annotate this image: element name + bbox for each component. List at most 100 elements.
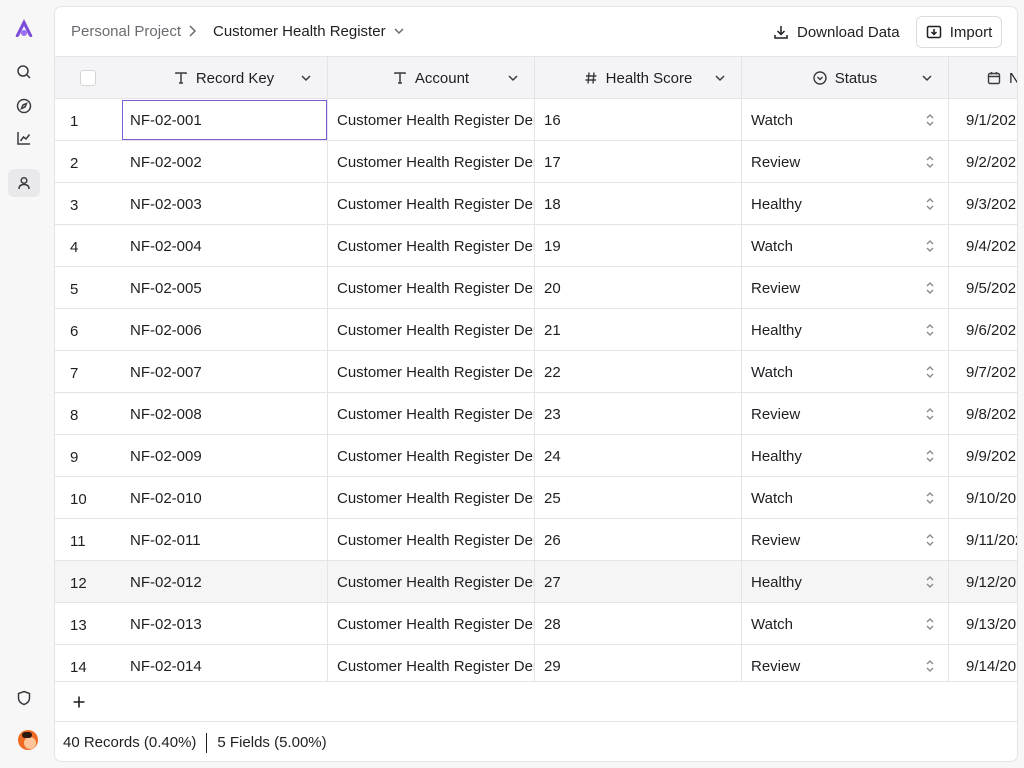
rail-users[interactable]: [8, 169, 40, 197]
chevron-up-down-icon[interactable]: [924, 112, 936, 128]
record-key-cell[interactable]: NF-02-007: [121, 351, 328, 393]
account-cell[interactable]: Customer Health Register Der: [328, 603, 535, 645]
account-cell[interactable]: Customer Health Register Der: [328, 183, 535, 225]
table-row[interactable]: 1 NF-02-001 Customer Health Register Der 16…: [55, 99, 1017, 141]
record-key-cell[interactable]: NF-02-012: [121, 561, 328, 603]
status-cell[interactable]: Watch: [742, 603, 949, 645]
table-row[interactable]: 9 NF-02-009 Customer Health Register Der 24…: [55, 435, 1017, 477]
date-cell[interactable]: 9/2/202: [949, 141, 1017, 183]
breadcrumb-current[interactable]: Customer Health Register: [213, 23, 386, 40]
column-header-status[interactable]: Status: [742, 57, 949, 99]
record-key-cell[interactable]: NF-02-004: [121, 225, 328, 267]
column-header-health-score[interactable]: Health Score: [535, 57, 742, 99]
chevron-up-down-icon[interactable]: [924, 154, 936, 170]
record-key-cell[interactable]: NF-02-011: [121, 519, 328, 561]
account-cell[interactable]: Customer Health Register Der: [328, 393, 535, 435]
table-row[interactable]: 2 NF-02-002 Customer Health Register Der 17…: [55, 141, 1017, 183]
status-cell[interactable]: Review: [742, 141, 949, 183]
date-cell[interactable]: 9/7/202: [949, 351, 1017, 393]
health-score-cell[interactable]: 24: [535, 435, 742, 477]
chevron-up-down-icon[interactable]: [924, 196, 936, 212]
chevron-up-down-icon[interactable]: [924, 574, 936, 590]
health-score-cell[interactable]: 16: [535, 99, 742, 141]
health-score-cell[interactable]: 17: [535, 141, 742, 183]
status-cell[interactable]: Healthy: [742, 309, 949, 351]
record-key-cell[interactable]: NF-02-009: [121, 435, 328, 477]
chevron-down-icon[interactable]: [506, 71, 520, 85]
table-row[interactable]: 4 NF-02-004 Customer Health Register Der 19…: [55, 225, 1017, 267]
chevron-up-down-icon[interactable]: [924, 238, 936, 254]
account-cell[interactable]: Customer Health Register Der: [328, 267, 535, 309]
record-key-cell[interactable]: NF-02-008: [121, 393, 328, 435]
chevron-up-down-icon[interactable]: [924, 616, 936, 632]
health-score-cell[interactable]: 25: [535, 477, 742, 519]
record-key-cell[interactable]: NF-02-010: [121, 477, 328, 519]
plus-icon[interactable]: [71, 694, 87, 710]
account-cell[interactable]: Customer Health Register Der: [328, 225, 535, 267]
health-score-cell[interactable]: 20: [535, 267, 742, 309]
rail-security[interactable]: [8, 684, 40, 712]
date-cell[interactable]: 9/4/202: [949, 225, 1017, 267]
date-cell[interactable]: 9/6/202: [949, 309, 1017, 351]
select-all-checkbox[interactable]: [80, 70, 96, 86]
rail-analytics[interactable]: [8, 124, 40, 152]
record-key-cell[interactable]: NF-02-013: [121, 603, 328, 645]
status-cell[interactable]: Watch: [742, 225, 949, 267]
date-cell[interactable]: 9/5/202: [949, 267, 1017, 309]
health-score-cell[interactable]: 18: [535, 183, 742, 225]
health-score-cell[interactable]: 21: [535, 309, 742, 351]
record-key-cell[interactable]: NF-02-001: [121, 99, 328, 141]
date-cell[interactable]: 9/8/202: [949, 393, 1017, 435]
status-cell[interactable]: Healthy: [742, 435, 949, 477]
health-score-cell[interactable]: 22: [535, 351, 742, 393]
download-data-button[interactable]: Download Data: [765, 16, 908, 48]
status-cell[interactable]: Watch: [742, 477, 949, 519]
chevron-down-icon[interactable]: [713, 71, 727, 85]
status-cell[interactable]: Watch: [742, 99, 949, 141]
date-cell[interactable]: 9/13/20: [949, 603, 1017, 645]
column-header-account[interactable]: Account: [328, 57, 535, 99]
table-row[interactable]: 7 NF-02-007 Customer Health Register Der 22…: [55, 351, 1017, 393]
status-cell[interactable]: Review: [742, 267, 949, 309]
chevron-down-icon[interactable]: [920, 71, 934, 85]
chevron-up-down-icon[interactable]: [924, 658, 936, 674]
chevron-up-down-icon[interactable]: [924, 280, 936, 296]
account-cell[interactable]: Customer Health Register Der: [328, 519, 535, 561]
rail-explore[interactable]: [8, 92, 40, 120]
account-cell[interactable]: Customer Health Register Der: [328, 309, 535, 351]
date-cell[interactable]: 9/11/202: [949, 519, 1017, 561]
account-cell[interactable]: Customer Health Register Der: [328, 141, 535, 183]
account-cell[interactable]: Customer Health Register Der: [328, 645, 535, 681]
account-cell[interactable]: Customer Health Register Der: [328, 561, 535, 603]
avatar[interactable]: [18, 730, 38, 750]
rail-search[interactable]: [8, 58, 40, 86]
chevron-down-icon[interactable]: [299, 71, 313, 85]
record-key-cell[interactable]: NF-02-003: [121, 183, 328, 225]
table-row[interactable]: 11 NF-02-011 Customer Health Register Der 2…: [55, 519, 1017, 561]
chevron-up-down-icon[interactable]: [924, 406, 936, 422]
app-logo[interactable]: [12, 17, 36, 39]
account-cell[interactable]: Customer Health Register Der: [328, 351, 535, 393]
status-cell[interactable]: Healthy: [742, 561, 949, 603]
status-cell[interactable]: Watch: [742, 351, 949, 393]
chevron-up-down-icon[interactable]: [924, 532, 936, 548]
date-cell[interactable]: 9/12/20: [949, 561, 1017, 603]
date-cell[interactable]: 9/14/20: [949, 645, 1017, 681]
column-header-date[interactable]: N: [949, 57, 1017, 99]
account-cell[interactable]: Customer Health Register Der: [328, 99, 535, 141]
chevron-down-icon[interactable]: [392, 24, 406, 38]
record-key-cell[interactable]: NF-02-014: [121, 645, 328, 681]
table-row[interactable]: 6 NF-02-006 Customer Health Register Der 21…: [55, 309, 1017, 351]
health-score-cell[interactable]: 19: [535, 225, 742, 267]
status-cell[interactable]: Review: [742, 645, 949, 681]
chevron-up-down-icon[interactable]: [924, 490, 936, 506]
record-key-cell[interactable]: NF-02-002: [121, 141, 328, 183]
health-score-cell[interactable]: 26: [535, 519, 742, 561]
status-cell[interactable]: Review: [742, 519, 949, 561]
table-row[interactable]: 8 NF-02-008 Customer Health Register Der 23…: [55, 393, 1017, 435]
import-button[interactable]: Import: [916, 16, 1002, 48]
breadcrumb-parent[interactable]: Personal Project: [71, 23, 181, 40]
chevron-up-down-icon[interactable]: [924, 364, 936, 380]
date-cell[interactable]: 9/10/20: [949, 477, 1017, 519]
health-score-cell[interactable]: 27: [535, 561, 742, 603]
